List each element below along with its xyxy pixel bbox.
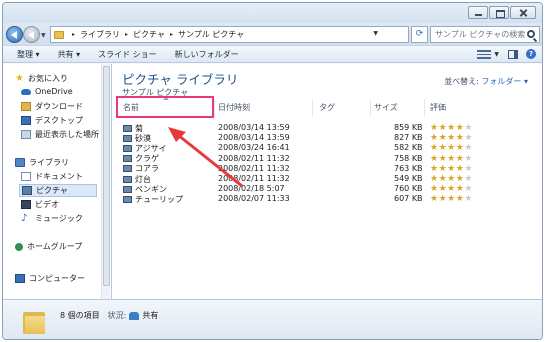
help-icon[interactable]: ? bbox=[526, 49, 536, 59]
download-folder-icon bbox=[21, 102, 31, 111]
close-button[interactable] bbox=[510, 6, 536, 19]
recent-places-icon bbox=[21, 130, 31, 139]
search-placeholder: サンプル ピクチャの検索 bbox=[435, 30, 526, 39]
document-icon bbox=[21, 172, 31, 181]
library-icon bbox=[15, 158, 25, 167]
nav-documents-label: ドキュメント bbox=[35, 172, 83, 181]
change-view-icon[interactable] bbox=[477, 49, 492, 59]
cloud-icon bbox=[21, 88, 31, 95]
title-bar bbox=[3, 3, 542, 23]
nav-desktop-label: デスクトップ bbox=[35, 116, 83, 125]
nav-favorites-label: お気に入り bbox=[27, 74, 68, 83]
nav-onedrive[interactable]: OneDrive bbox=[21, 87, 73, 96]
nav-homegroup-label: ホームグループ bbox=[27, 242, 83, 251]
organize-button[interactable]: 整理 ▾ bbox=[17, 49, 40, 60]
slideshow-button[interactable]: スライド ショー bbox=[98, 49, 157, 60]
breadcrumb-separator-icon[interactable]: ▸ bbox=[125, 31, 128, 38]
search-input[interactable]: サンプル ピクチャの検索 bbox=[430, 26, 540, 43]
navigation-pane: ★ お気に入り OneDrive ダウンロード デスクトップ 最近表示した場所 … bbox=[3, 64, 111, 299]
search-icon[interactable] bbox=[527, 30, 535, 38]
computer-icon bbox=[15, 274, 25, 283]
details-pane: 8 個の項目 状況: 共有 bbox=[3, 299, 542, 339]
nav-videos[interactable]: ビデオ bbox=[21, 199, 59, 210]
arrow-shaft bbox=[177, 133, 243, 188]
nav-libraries[interactable]: ライブラリ bbox=[15, 157, 69, 168]
share-button[interactable]: 共有 ▾ bbox=[58, 49, 81, 60]
annotation-arrow bbox=[168, 127, 243, 188]
breadcrumb-pictures[interactable]: ピクチャ bbox=[133, 29, 165, 40]
state-value: 共有 bbox=[142, 311, 159, 320]
back-button[interactable] bbox=[6, 26, 23, 43]
address-bar[interactable]: ▸ ライブラリ ▸ ピクチャ ▸ サンプル ピクチャ ▼ bbox=[50, 26, 409, 43]
folder-icon bbox=[54, 30, 64, 39]
refresh-button[interactable]: ⟳ bbox=[411, 26, 428, 43]
nav-pictures[interactable]: ピクチャ bbox=[19, 184, 97, 197]
nav-homegroup[interactable]: ホームグループ bbox=[15, 241, 82, 252]
nav-favorites[interactable]: ★ お気に入り bbox=[15, 73, 68, 84]
preview-pane-icon[interactable] bbox=[508, 49, 518, 59]
nav-documents[interactable]: ドキュメント bbox=[21, 171, 83, 182]
nav-music[interactable]: ♪ ミュージック bbox=[21, 213, 83, 224]
nav-recent-label: 最近表示した場所 bbox=[35, 130, 99, 139]
nav-desktop[interactable]: デスクトップ bbox=[21, 115, 83, 126]
star-icon: ★ bbox=[15, 73, 24, 84]
folder-front-shape bbox=[25, 316, 45, 334]
pictures-icon bbox=[22, 186, 32, 195]
breadcrumb-sample-pictures[interactable]: サンプル ピクチャ bbox=[178, 29, 244, 40]
new-folder-button[interactable]: 新しいフォルダー bbox=[175, 49, 239, 60]
nav-downloads[interactable]: ダウンロード bbox=[21, 101, 83, 112]
nav-downloads-label: ダウンロード bbox=[35, 102, 83, 111]
state-label: 状況: bbox=[107, 311, 127, 320]
details-summary: 8 個の項目 状況: 共有 bbox=[60, 310, 158, 321]
minimize-button[interactable] bbox=[468, 6, 488, 19]
nav-videos-label: ビデオ bbox=[35, 200, 59, 209]
nav-scrollbar-thumb[interactable] bbox=[103, 66, 110, 286]
forward-button[interactable] bbox=[23, 26, 40, 43]
breadcrumb-separator-icon[interactable]: ▸ bbox=[170, 31, 173, 38]
nav-scrollbar[interactable] bbox=[101, 64, 110, 299]
nav-computer-label: コンピューター bbox=[29, 274, 85, 283]
homegroup-icon bbox=[15, 242, 23, 251]
breadcrumb-separator-icon[interactable]: ▸ bbox=[72, 31, 75, 38]
view-dropdown-icon[interactable]: ▼ bbox=[494, 51, 499, 58]
folder-icon bbox=[23, 308, 47, 334]
share-icon bbox=[129, 311, 140, 320]
nav-libraries-label: ライブラリ bbox=[29, 158, 69, 167]
recent-pages-dropdown[interactable]: ▼ bbox=[41, 32, 46, 39]
desktop-icon bbox=[21, 116, 31, 125]
address-row: ▼ ▸ ライブラリ ▸ ピクチャ ▸ サンプル ピクチャ ▼ ⟳ サンプル ピク… bbox=[3, 23, 542, 45]
explorer-window: ▼ ▸ ライブラリ ▸ ピクチャ ▸ サンプル ピクチャ ▼ ⟳ サンプル ピク… bbox=[2, 2, 543, 340]
video-icon bbox=[21, 200, 31, 209]
command-bar: 整理 ▾ 共有 ▾ スライド ショー 新しいフォルダー ▼ ? bbox=[3, 45, 542, 63]
nav-computer[interactable]: コンピューター bbox=[15, 273, 85, 284]
nav-music-label: ミュージック bbox=[35, 214, 83, 223]
nav-onedrive-label: OneDrive bbox=[35, 87, 73, 96]
breadcrumb-libraries[interactable]: ライブラリ bbox=[80, 29, 120, 40]
nav-pictures-label: ピクチャ bbox=[36, 186, 68, 195]
maximize-button[interactable] bbox=[489, 6, 509, 19]
address-dropdown-icon[interactable]: ▼ bbox=[373, 30, 378, 37]
item-count: 8 個の項目 bbox=[60, 311, 100, 320]
music-note-icon: ♪ bbox=[21, 213, 28, 224]
window-controls bbox=[467, 6, 536, 19]
view-controls: ▼ ? bbox=[477, 49, 536, 59]
file-list-pane: ピクチャ ライブラリ サンプル ピクチャ 並べ替え: フォルダー ▾ 名前 日付… bbox=[112, 64, 542, 299]
nav-recent-places[interactable]: 最近表示した場所 bbox=[21, 129, 99, 140]
